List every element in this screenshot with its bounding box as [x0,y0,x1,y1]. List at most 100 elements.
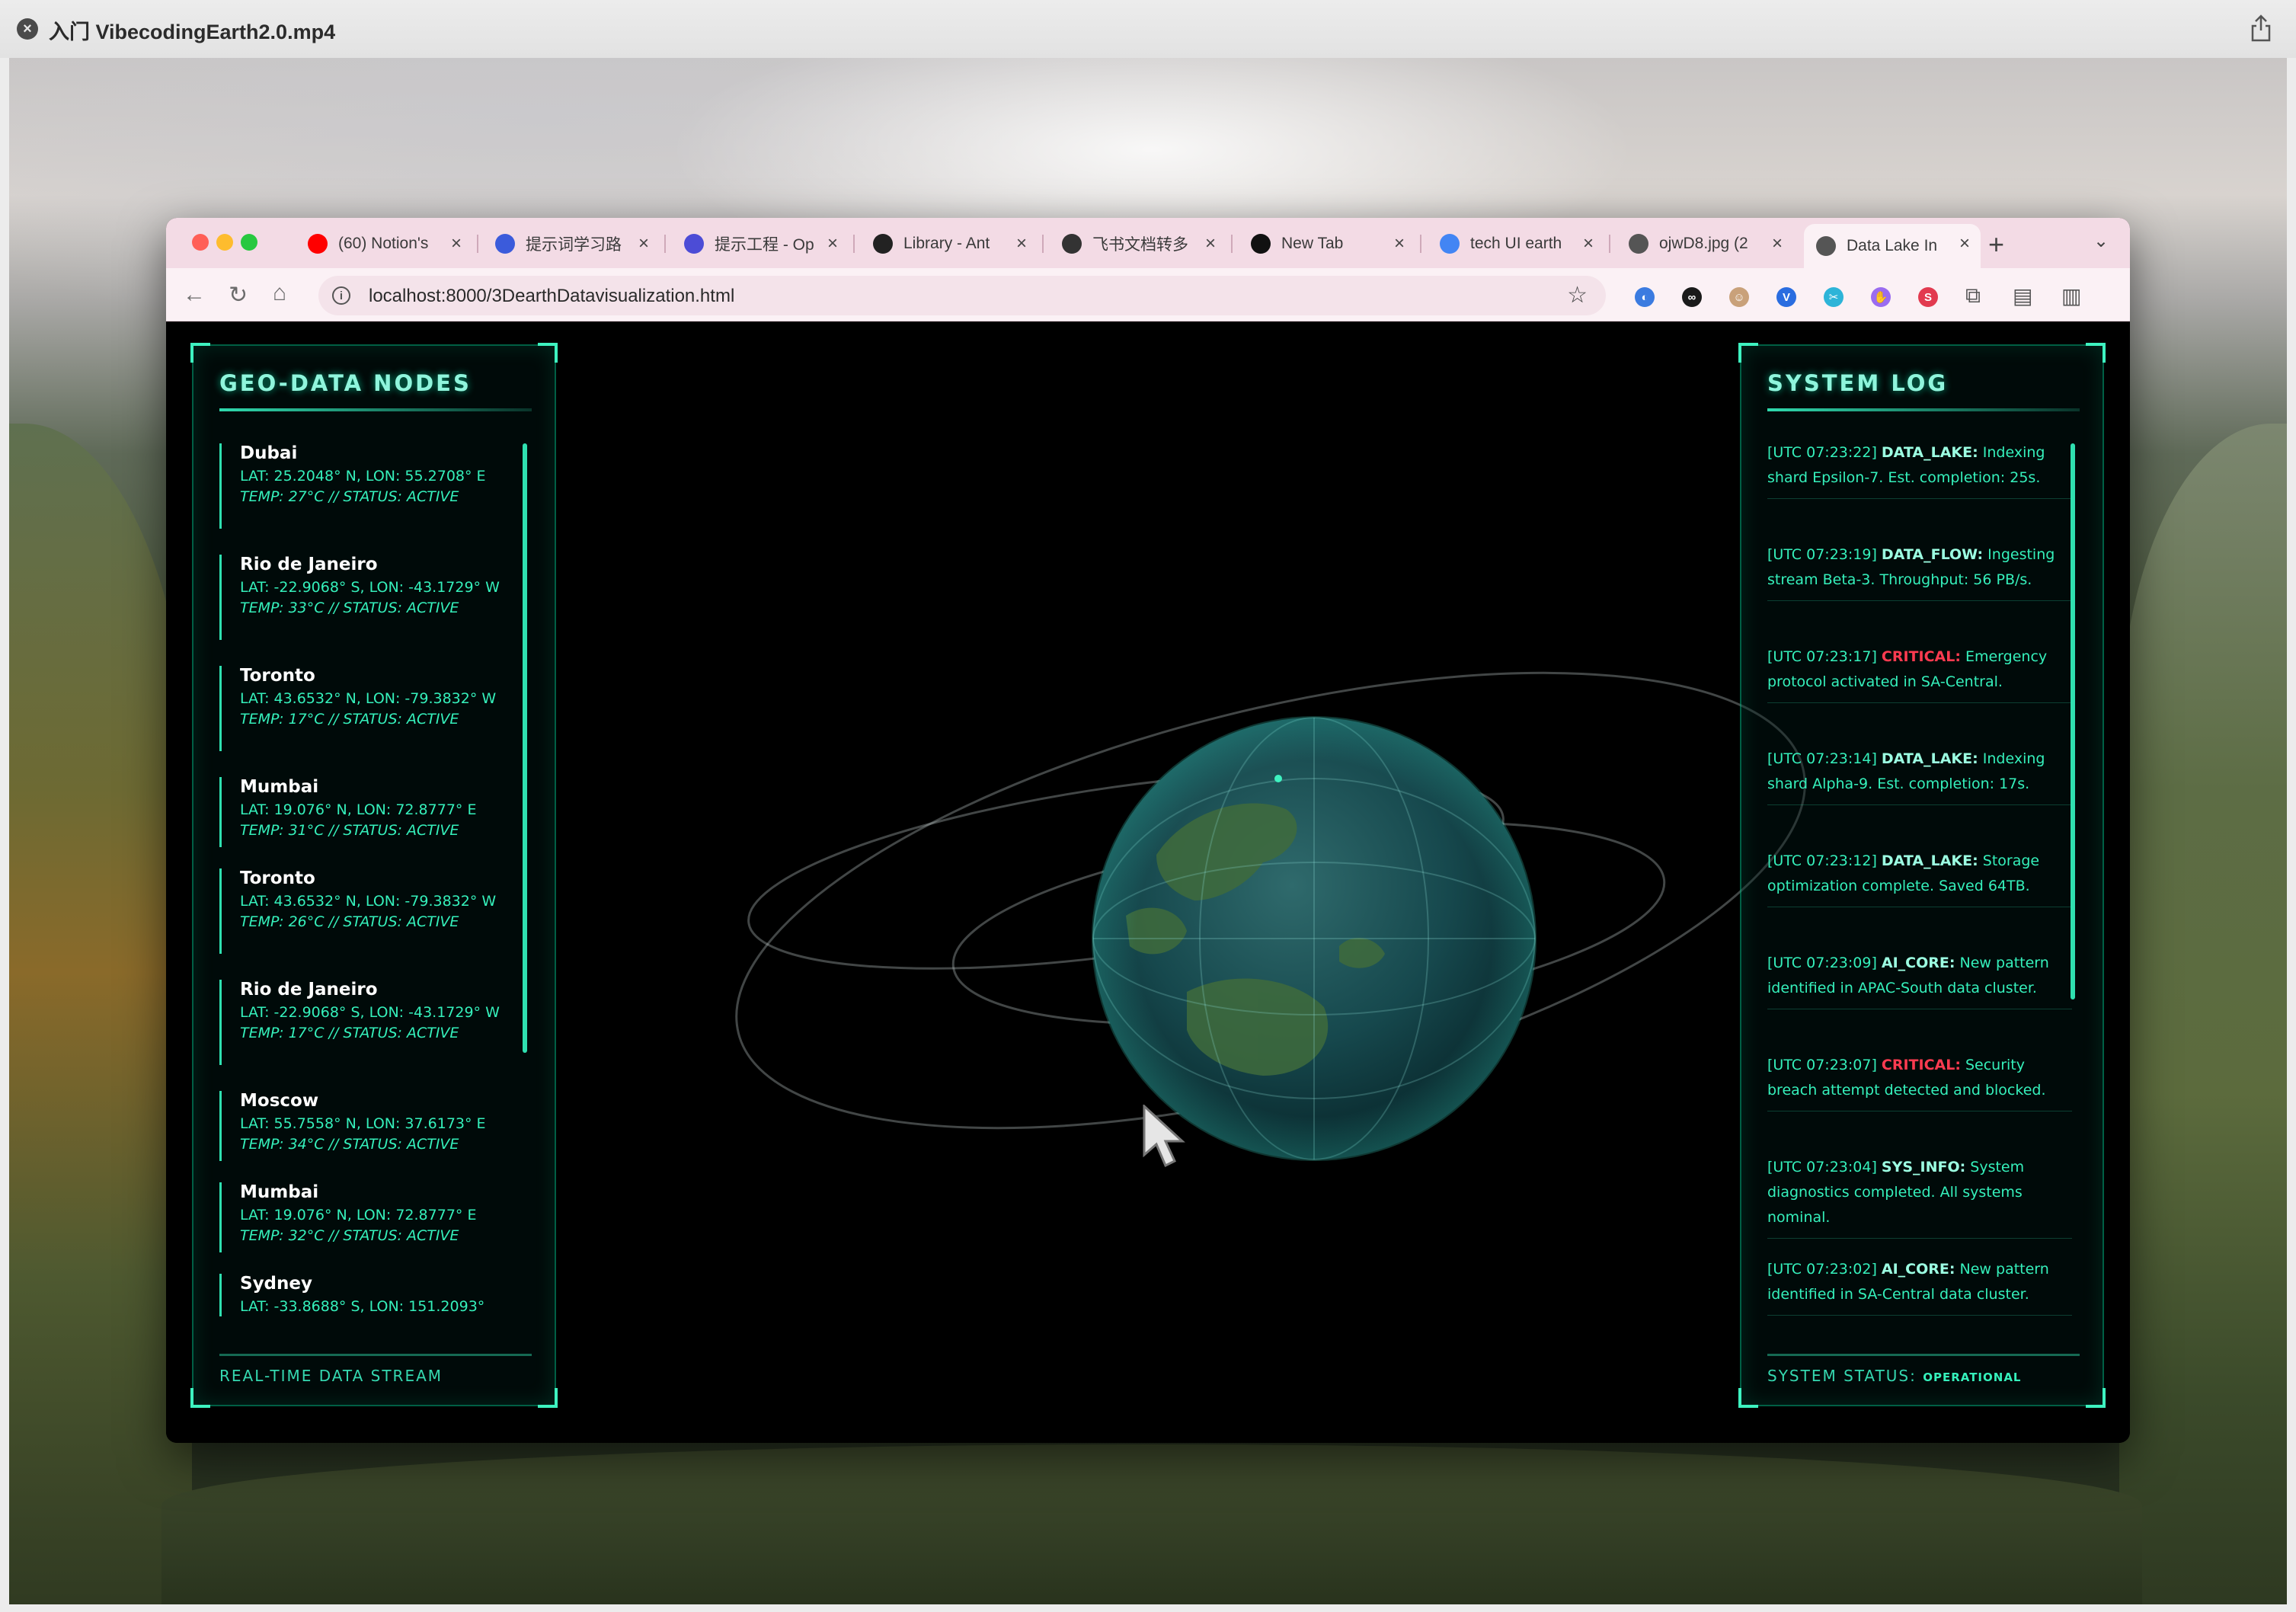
browser-tab[interactable]: 提示工程 - Op × [672,224,849,264]
tab-close-icon[interactable]: × [1583,233,1594,254]
node-coordinates: LAT: 25.2048° N, LON: 55.2708° E [240,468,486,485]
site-info-icon[interactable]: i [332,286,350,305]
extension-infinity-icon[interactable]: ∞ [1682,287,1702,307]
node-city: Mumbai [240,1182,319,1202]
browser-toolbar: ← ↻ ⌂ i localhost:8000/3DearthDatavisual… [166,268,2130,321]
wallpaper-hill-right [2119,424,2287,1604]
globe-icon [1816,236,1836,256]
node-coordinates: LAT: -22.9068° S, LON: -43.1729° W [240,579,500,596]
log-source: CRITICAL: [1881,648,1961,665]
browser-tab[interactable]: ojwD8.jpg (2 × [1616,224,1793,264]
extension-v-icon[interactable]: V [1776,287,1796,307]
browser-tab[interactable]: tech UI earth × [1428,224,1604,264]
tab-close-icon[interactable]: × [1394,233,1405,254]
panel-corner [190,343,210,363]
node-city: Mumbai [240,777,319,797]
log-source: AI_CORE: [1881,955,1955,971]
browser-tab[interactable]: 飞书文档转多 × [1050,224,1226,264]
log-timestamp: [UTC 07:23:02] [1767,1261,1882,1278]
address-bar[interactable]: i localhost:8000/3DearthDatavisualizatio… [318,276,1606,315]
tab-search-chevron-icon[interactable]: ⌄ [2093,230,2109,252]
share-icon[interactable] [2249,14,2273,43]
tab-close-icon[interactable]: × [1205,233,1216,254]
geo-node-item[interactable]: Dubai LAT: 25.2048° N, LON: 55.2708° E TEM… [219,443,516,529]
scrollbar[interactable] [523,443,527,1053]
tab-close-icon[interactable]: × [1772,233,1783,254]
browser-tab[interactable]: Data Lake In × [1804,224,1981,268]
status-label: SYSTEM STATUS: [1767,1367,1923,1385]
node-coordinates: LAT: 19.076° N, LON: 72.8777° E [240,801,477,818]
extension-avatar-icon[interactable]: ☺ [1729,287,1749,307]
log-timestamp: [UTC 07:23:07] [1767,1057,1882,1073]
home-icon[interactable]: ⌂ [273,280,286,306]
panel-title: GEO-DATA NODES [219,370,472,396]
browser-tab[interactable]: Library - Ant × [861,224,1038,264]
tab-separator [664,235,666,253]
tab-separator [1042,235,1044,253]
ai-icon [495,234,515,254]
log-entry: [UTC 07:23:02] AI_CORE: New pattern iden… [1767,1257,2072,1316]
tab-close-icon[interactable]: × [1959,233,1970,254]
extension-red-icon[interactable]: S [1918,287,1938,307]
window-minimize-button[interactable] [216,234,233,251]
panel-corner [2086,343,2106,363]
node-city: Rio de Janeiro [240,555,378,574]
log-timestamp: [UTC 07:23:14] [1767,750,1882,767]
geo-node-item[interactable]: Sydney LAT: -33.8688° S, LON: 151.2093° [219,1274,516,1316]
browser-tab[interactable]: 提示词学习路 × [483,224,660,264]
extension-browser-icon[interactable]: ◐ [1635,287,1655,307]
reload-icon[interactable]: ↻ [229,282,248,309]
back-arrow-icon[interactable]: ← [183,282,206,308]
panel-corner [190,1388,210,1408]
browser-tab[interactable]: (60) Notion's × [296,224,472,264]
log-entry: [UTC 07:23:22] DATA_LAKE: Indexing shard… [1767,440,2072,499]
close-icon[interactable]: × [17,18,38,40]
globe-icon [1629,234,1648,254]
geo-node-item[interactable]: Rio de Janeiro LAT: -22.9068° S, LON: -43… [219,555,516,640]
geo-node-item[interactable]: Rio de Janeiro LAT: -22.9068° S, LON: -43… [219,980,516,1065]
tab-close-icon[interactable]: × [1016,233,1027,254]
window-zoom-button[interactable] [241,234,257,251]
node-coordinates: LAT: 43.6532° N, LON: -79.3832° W [240,893,497,910]
log-timestamp: [UTC 07:23:12] [1767,852,1882,869]
url-text[interactable]: localhost:8000/3DearthDatavisualization.… [369,286,734,307]
window-close-button[interactable] [192,234,209,251]
bookmark-star-icon[interactable]: ☆ [1567,282,1588,309]
tab-close-icon[interactable]: × [638,233,649,254]
browser-tab[interactable]: New Tab × [1239,224,1415,264]
wallpaper-hill-left [9,424,192,1604]
log-entry: [UTC 07:23:19] DATA_FLOW: Ingesting stre… [1767,542,2072,601]
geo-node-item[interactable]: Mumbai LAT: 19.076° N, LON: 72.8777° E TEM… [219,777,516,847]
viewer-title: 入门 VibecodingEarth2.0.mp4 [49,21,336,43]
tab-strip: (60) Notion's × 提示词学习路 × 提示工程 - Op × Library -… [166,218,2130,268]
geo-data-nodes-panel: GEO-DATA NODES Dubai LAT: 25.2048° N, LON… [190,343,558,1408]
extension-hand-icon[interactable]: ✋ [1871,287,1891,307]
new-tab-button[interactable]: + [1988,229,2004,261]
data-node-marker [1274,775,1282,782]
tab-separator [1609,235,1610,253]
status-value: OPERATIONAL [1923,1371,2022,1384]
geo-node-item[interactable]: Moscow LAT: 55.7558° N, LON: 37.6173° E TE… [219,1091,516,1161]
tab-label: 飞书文档转多 [1092,236,1188,254]
viewer-titlebar: × 入门 VibecodingEarth2.0.mp4 [0,0,2296,58]
youtube-icon [308,234,328,254]
tab-separator [477,235,478,253]
tab-close-icon[interactable]: × [827,233,838,254]
geo-node-item[interactable]: Mumbai LAT: 19.076° N, LON: 72.8777° E TEM… [219,1182,516,1252]
extensions-puzzle-icon[interactable]: ⧉ [1965,283,1981,309]
geo-node-item[interactable]: Toronto LAT: 43.6532° N, LON: -79.3832° W… [219,666,516,751]
panel-corner [2086,1388,2106,1408]
page-content: GEO-DATA NODES Dubai LAT: 25.2048° N, LON… [166,321,2130,1443]
tab-label: Data Lake In [1847,237,1938,254]
tab-separator [1231,235,1233,253]
reading-mode-icon[interactable]: ▥ [2061,283,2081,309]
tab-close-icon[interactable]: × [451,233,462,254]
log-entry: [UTC 07:23:09] AI_CORE: New pattern iden… [1767,951,2072,1009]
extension-scissors-icon[interactable]: ✂ [1824,287,1844,307]
panel-corner [1738,343,1758,363]
scrollbar[interactable] [2071,443,2075,1000]
geo-node-item[interactable]: Toronto LAT: 43.6532° N, LON: -79.3832° W… [219,868,516,954]
sidebar-icon[interactable]: ▤ [2013,283,2032,309]
panel-corner [1738,1388,1758,1408]
panel-title: SYSTEM LOG [1767,370,1949,396]
